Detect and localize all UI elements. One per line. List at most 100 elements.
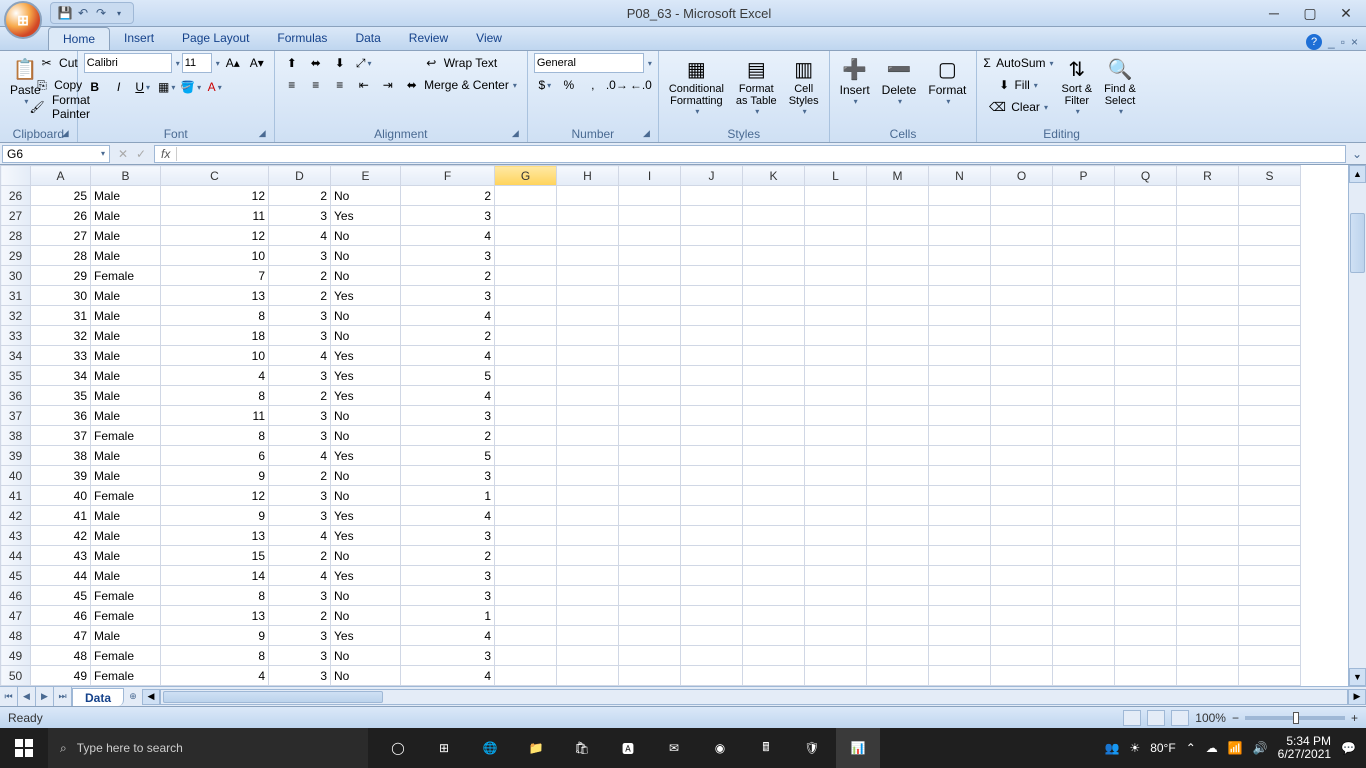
cell-M47[interactable] <box>867 606 929 626</box>
cell-R49[interactable] <box>1177 646 1239 666</box>
cell-D40[interactable]: 2 <box>269 466 331 486</box>
cell-P44[interactable] <box>1053 546 1115 566</box>
cell-S31[interactable] <box>1239 286 1301 306</box>
cell-L26[interactable] <box>805 186 867 206</box>
cell-H42[interactable] <box>557 506 619 526</box>
row-header-29[interactable]: 29 <box>1 246 31 266</box>
cell-J45[interactable] <box>681 566 743 586</box>
percent-icon[interactable]: % <box>558 75 580 95</box>
cell-H45[interactable] <box>557 566 619 586</box>
cell-J44[interactable] <box>681 546 743 566</box>
cell-P26[interactable] <box>1053 186 1115 206</box>
cell-O39[interactable] <box>991 446 1053 466</box>
autosum-button[interactable]: Σ AutoSum▾ <box>983 53 1053 73</box>
cell-E31[interactable]: Yes <box>331 286 401 306</box>
cell-H38[interactable] <box>557 426 619 446</box>
cell-C27[interactable]: 11 <box>161 206 269 226</box>
cell-A44[interactable]: 43 <box>31 546 91 566</box>
cell-H31[interactable] <box>557 286 619 306</box>
cell-R38[interactable] <box>1177 426 1239 446</box>
cell-H29[interactable] <box>557 246 619 266</box>
cell-P39[interactable] <box>1053 446 1115 466</box>
cell-D42[interactable]: 3 <box>269 506 331 526</box>
cell-I30[interactable] <box>619 266 681 286</box>
cell-C47[interactable]: 13 <box>161 606 269 626</box>
tab-home[interactable]: Home <box>48 27 110 50</box>
cell-F26[interactable]: 2 <box>401 186 495 206</box>
cell-G28[interactable] <box>495 226 557 246</box>
cell-I50[interactable] <box>619 666 681 686</box>
cell-E27[interactable]: Yes <box>331 206 401 226</box>
cell-J35[interactable] <box>681 366 743 386</box>
enter-formula-icon[interactable]: ✓ <box>132 147 150 161</box>
cell-C49[interactable]: 8 <box>161 646 269 666</box>
row-header-50[interactable]: 50 <box>1 666 31 686</box>
clipboard-dialog-icon[interactable]: ◢ <box>62 128 69 139</box>
vertical-scrollbar[interactable]: ▲ ▼ <box>1348 165 1366 686</box>
row-header-39[interactable]: 39 <box>1 446 31 466</box>
mail-icon[interactable]: ✉ <box>652 728 696 768</box>
cell-S43[interactable] <box>1239 526 1301 546</box>
cell-M39[interactable] <box>867 446 929 466</box>
align-center-icon[interactable]: ≡ <box>305 75 327 95</box>
cell-D33[interactable]: 3 <box>269 326 331 346</box>
clear-button[interactable]: ⌫ Clear▾ <box>983 97 1053 117</box>
cell-C42[interactable]: 9 <box>161 506 269 526</box>
cell-O45[interactable] <box>991 566 1053 586</box>
cell-S33[interactable] <box>1239 326 1301 346</box>
row-header-30[interactable]: 30 <box>1 266 31 286</box>
cell-P37[interactable] <box>1053 406 1115 426</box>
col-header-O[interactable]: O <box>991 166 1053 186</box>
cell-M49[interactable] <box>867 646 929 666</box>
cell-L43[interactable] <box>805 526 867 546</box>
cell-O35[interactable] <box>991 366 1053 386</box>
ribbon-close-icon[interactable]: × <box>1351 35 1358 49</box>
cell-E46[interactable]: No <box>331 586 401 606</box>
cell-I34[interactable] <box>619 346 681 366</box>
cell-E41[interactable]: No <box>331 486 401 506</box>
cell-C26[interactable]: 12 <box>161 186 269 206</box>
cell-J39[interactable] <box>681 446 743 466</box>
cell-L27[interactable] <box>805 206 867 226</box>
col-header-N[interactable]: N <box>929 166 991 186</box>
cell-N45[interactable] <box>929 566 991 586</box>
cell-Q28[interactable] <box>1115 226 1177 246</box>
cell-Q33[interactable] <box>1115 326 1177 346</box>
cell-G44[interactable] <box>495 546 557 566</box>
col-header-G[interactable]: G <box>495 166 557 186</box>
cell-C36[interactable]: 8 <box>161 386 269 406</box>
cell-R34[interactable] <box>1177 346 1239 366</box>
row-header-28[interactable]: 28 <box>1 226 31 246</box>
number-format-select[interactable] <box>534 53 644 73</box>
cell-B39[interactable]: Male <box>91 446 161 466</box>
cell-D39[interactable]: 4 <box>269 446 331 466</box>
cell-G34[interactable] <box>495 346 557 366</box>
cell-O27[interactable] <box>991 206 1053 226</box>
cell-K37[interactable] <box>743 406 805 426</box>
row-header-36[interactable]: 36 <box>1 386 31 406</box>
cell-M31[interactable] <box>867 286 929 306</box>
cell-K29[interactable] <box>743 246 805 266</box>
tab-data[interactable]: Data <box>341 27 394 50</box>
cell-N46[interactable] <box>929 586 991 606</box>
cell-K49[interactable] <box>743 646 805 666</box>
cell-R41[interactable] <box>1177 486 1239 506</box>
undo-icon[interactable]: ↶ <box>75 5 91 21</box>
chrome-icon[interactable]: ◉ <box>698 728 742 768</box>
cell-D27[interactable]: 3 <box>269 206 331 226</box>
cell-D48[interactable]: 3 <box>269 626 331 646</box>
cell-S50[interactable] <box>1239 666 1301 686</box>
cell-S38[interactable] <box>1239 426 1301 446</box>
cell-N36[interactable] <box>929 386 991 406</box>
cell-P42[interactable] <box>1053 506 1115 526</box>
cell-P48[interactable] <box>1053 626 1115 646</box>
scroll-down-icon[interactable]: ▼ <box>1349 668 1366 686</box>
cell-I28[interactable] <box>619 226 681 246</box>
cell-F33[interactable]: 2 <box>401 326 495 346</box>
horizontal-scrollbar[interactable]: ◀ ▶ <box>142 687 1366 706</box>
cell-L31[interactable] <box>805 286 867 306</box>
cell-D37[interactable]: 3 <box>269 406 331 426</box>
cell-F49[interactable]: 3 <box>401 646 495 666</box>
cell-B44[interactable]: Male <box>91 546 161 566</box>
cell-Q40[interactable] <box>1115 466 1177 486</box>
